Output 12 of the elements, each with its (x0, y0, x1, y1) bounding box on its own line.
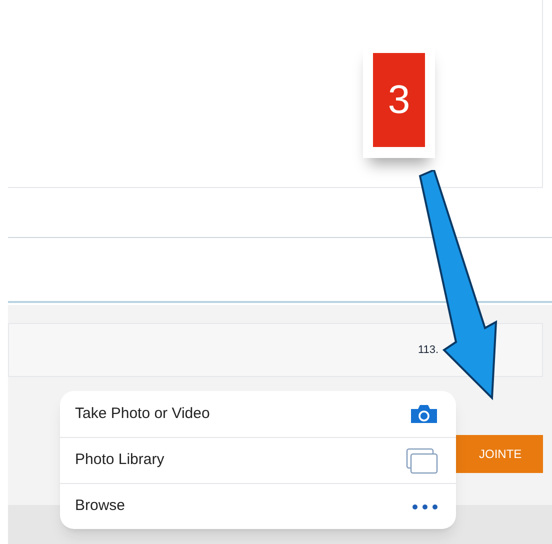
menu-item[interactable]: Take Photo or Video (60, 391, 456, 437)
form-field[interactable] (8, 237, 552, 303)
camera-icon (410, 404, 438, 424)
menu-item-label: Photo Library (75, 450, 164, 470)
menu-item[interactable]: Photo Library (60, 437, 456, 483)
step-number: 3 (373, 53, 425, 147)
menu-item-label: Take Photo or Video (75, 404, 210, 424)
menu-item[interactable]: Browse (60, 483, 456, 529)
more-icon (412, 504, 438, 510)
amount-text: 113. (418, 343, 439, 358)
menu-item-label: Browse (75, 496, 126, 516)
photo-stack-icon (406, 448, 438, 474)
